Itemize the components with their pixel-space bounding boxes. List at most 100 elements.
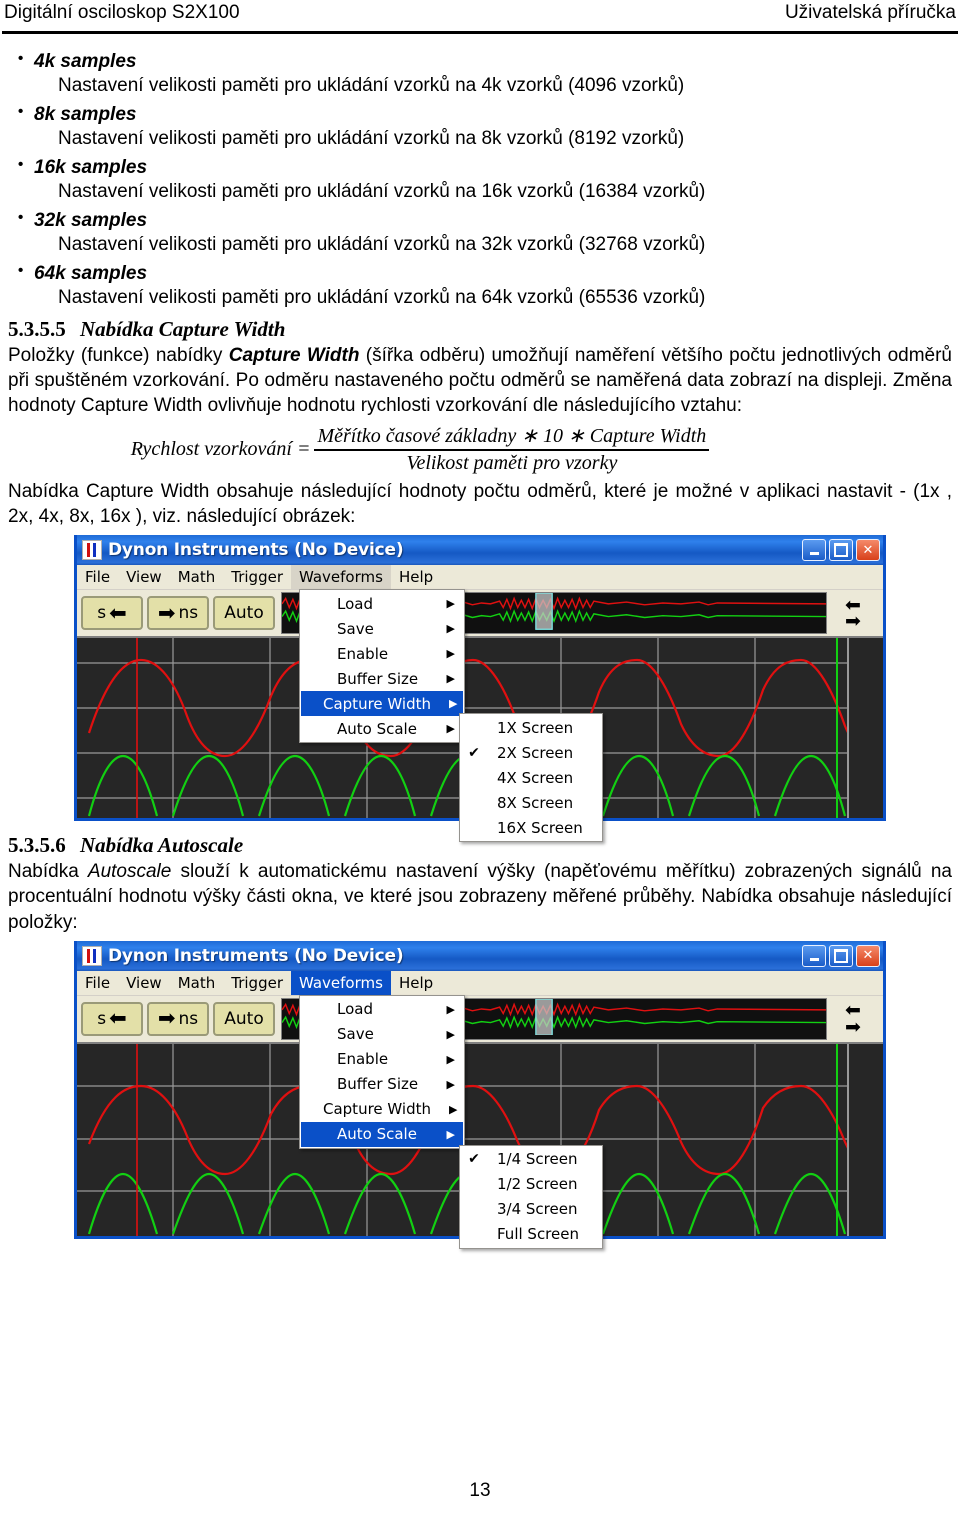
submenu-item-1x[interactable]: 1X Screen (461, 715, 601, 740)
submenu-item-2x[interactable]: ✔ 2X Screen (461, 740, 601, 765)
waveforms-dropdown-menu: Load ▶ Save ▶ Enable ▶ Buffer Size ▶ Cap… (299, 994, 465, 1149)
window-title: Dynon Instruments (No Device) (108, 540, 404, 561)
formula-numerator: Měřítko časové základny ∗ 10 ∗ Capture W… (314, 423, 710, 452)
menu-item-buffer-size[interactable]: Buffer Size ▶ (301, 666, 463, 691)
maximize-button[interactable] (829, 539, 853, 562)
submenu-item-label: 1/2 Screen (497, 1175, 578, 1194)
list-item: 8k samples Nastavení velikosti paměti pr… (8, 102, 952, 152)
list-item-desc: Nastavení velikosti paměti pro ukládání … (58, 234, 706, 256)
minimize-button[interactable] (802, 944, 826, 967)
list-item-desc: Nastavení velikosti paměti pro ukládání … (58, 181, 706, 203)
menu-item-save[interactable]: Save ▶ (301, 616, 463, 641)
submenu-item-label: 4X Screen (497, 768, 574, 787)
timebase-increase-button[interactable]: ➡ ns (147, 596, 209, 631)
close-button[interactable]: ✕ (856, 539, 880, 562)
tool-bar: s ⬅ ➡ ns Auto ⬅ ➡ (77, 995, 883, 1042)
app-logo-icon (82, 540, 102, 561)
timebase-decrease-button[interactable]: s ⬅ (81, 1001, 143, 1036)
section-number: 5.3.5.6 (8, 833, 66, 858)
overview-selection-region (535, 593, 553, 631)
title-bar: Dynon Instruments (No Device) ✕ (77, 940, 883, 971)
list-item-term: 32k samples (8, 208, 952, 233)
menu-item-capture-width[interactable]: Capture Width ▶ (301, 1097, 463, 1122)
submenu-arrow-icon: ▶ (446, 647, 455, 661)
menu-math[interactable]: Math (170, 565, 224, 589)
scope-right-rail (847, 638, 883, 819)
submenu-arrow-icon: ▶ (449, 697, 458, 711)
submenu-item-three-quarter-screen[interactable]: 3/4 Screen (461, 1197, 601, 1222)
submenu-item-16x[interactable]: 16X Screen (461, 815, 601, 840)
menu-waveforms[interactable]: Waveforms (290, 970, 391, 995)
menu-trigger[interactable]: Trigger (223, 971, 291, 995)
arrow-right-icon[interactable]: ➡ (845, 612, 861, 631)
header-left-text: Digitální osciloskop S2X100 (4, 2, 240, 23)
submenu-item-quarter-screen[interactable]: ✔ 1/4 Screen (461, 1147, 601, 1172)
close-button[interactable]: ✕ (856, 944, 880, 967)
menu-item-auto-scale[interactable]: Auto Scale ▶ (301, 1121, 463, 1147)
menu-item-capture-width[interactable]: Capture Width ▶ (301, 691, 463, 717)
list-item-desc: Nastavení velikosti paměti pro ukládání … (58, 128, 685, 150)
menu-math[interactable]: Math (170, 971, 224, 995)
section-title: Nabídka Capture Width (80, 317, 286, 341)
menu-view[interactable]: View (118, 971, 170, 995)
menu-item-enable[interactable]: Enable ▶ (301, 1047, 463, 1072)
paragraph-autoscale: Nabídka Autoscale slouží k automatickému… (8, 859, 952, 934)
submenu-arrow-icon: ▶ (446, 1027, 455, 1041)
section-number: 5.3.5.5 (8, 317, 66, 341)
header-right-text: Uživatelská příručka (784, 2, 956, 23)
menu-trigger[interactable]: Trigger (223, 565, 291, 589)
auto-button[interactable]: Auto (213, 596, 275, 631)
menu-file[interactable]: File (77, 565, 118, 589)
submenu-arrow-icon: ▶ (446, 1002, 455, 1016)
menu-item-buffer-size[interactable]: Buffer Size ▶ (301, 1072, 463, 1097)
submenu-item-4x[interactable]: 4X Screen (461, 765, 601, 790)
submenu-item-label: 3/4 Screen (497, 1200, 578, 1219)
arrow-right-icon[interactable]: ➡ (845, 1017, 861, 1036)
menu-item-enable[interactable]: Enable ▶ (301, 641, 463, 666)
overview-selection-region (535, 998, 553, 1036)
submenu-item-full-screen[interactable]: Full Screen (461, 1222, 601, 1247)
section-title: Nabídka Autoscale (80, 833, 244, 858)
submenu-item-half-screen[interactable]: 1/2 Screen (461, 1172, 601, 1197)
submenu-arrow-icon: ▶ (446, 1052, 455, 1066)
page-content: 4k samples Nastavení velikosti paměti pr… (8, 49, 952, 1249)
menu-item-label: Buffer Size (337, 669, 419, 688)
waveforms-dropdown-menu: Load ▶ Save ▶ Enable ▶ Buffer Size ▶ Cap… (299, 589, 465, 744)
menu-item-load[interactable]: Load ▶ (301, 591, 463, 616)
minimize-button[interactable] (802, 539, 826, 562)
submenu-item-label: Full Screen (497, 1225, 579, 1244)
submenu-arrow-icon: ▶ (446, 622, 455, 636)
submenu-arrow-icon: ▶ (446, 722, 455, 736)
auto-button[interactable]: Auto (213, 1001, 275, 1036)
menu-item-auto-scale[interactable]: Auto Scale ▶ (301, 716, 463, 741)
menu-waveforms[interactable]: Waveforms (290, 565, 391, 590)
sampling-rate-formula: Rychlost vzorkování = Měřítko časové zák… (8, 423, 952, 475)
section-heading-capture-width: 5.3.5.5 Nabídka Capture Width (8, 317, 952, 342)
menu-item-load[interactable]: Load ▶ (301, 997, 463, 1022)
menu-item-save[interactable]: Save ▶ (301, 1022, 463, 1047)
menu-view[interactable]: View (118, 565, 170, 589)
list-item: 4k samples Nastavení velikosti paměti pr… (8, 49, 952, 99)
app-logo-icon (82, 945, 102, 966)
submenu-arrow-icon: ▶ (446, 1077, 455, 1091)
menu-item-label: Auto Scale (337, 1125, 417, 1144)
header-rule (2, 31, 958, 34)
capture-width-submenu: 1X Screen ✔ 2X Screen 4X Screen 8X Scree… (459, 713, 603, 843)
pan-buttons[interactable]: ⬅ ➡ (827, 996, 879, 1041)
submenu-item-label: 1X Screen (497, 718, 574, 737)
para-text-a: Položky (funkce) nabídky (8, 345, 229, 366)
maximize-button[interactable] (829, 944, 853, 967)
timebase-unit-label: ns (178, 603, 199, 624)
menu-help[interactable]: Help (391, 971, 441, 995)
menu-bar: File View Math Trigger Waveforms Help (77, 565, 883, 591)
submenu-arrow-icon: ▶ (446, 597, 455, 611)
submenu-item-8x[interactable]: 8X Screen (461, 790, 601, 815)
menu-file[interactable]: File (77, 971, 118, 995)
formula-denominator: Velikost paměti pro vzorky (406, 452, 618, 475)
timebase-increase-button[interactable]: ➡ ns (147, 1001, 209, 1036)
timebase-decrease-button[interactable]: s ⬅ (81, 596, 143, 631)
list-item-desc: Nastavení velikosti paměti pro ukládání … (58, 287, 706, 309)
pan-buttons[interactable]: ⬅ ➡ (827, 591, 879, 636)
menu-help[interactable]: Help (391, 565, 441, 589)
arrow-left-icon: ⬅ (109, 1006, 127, 1031)
